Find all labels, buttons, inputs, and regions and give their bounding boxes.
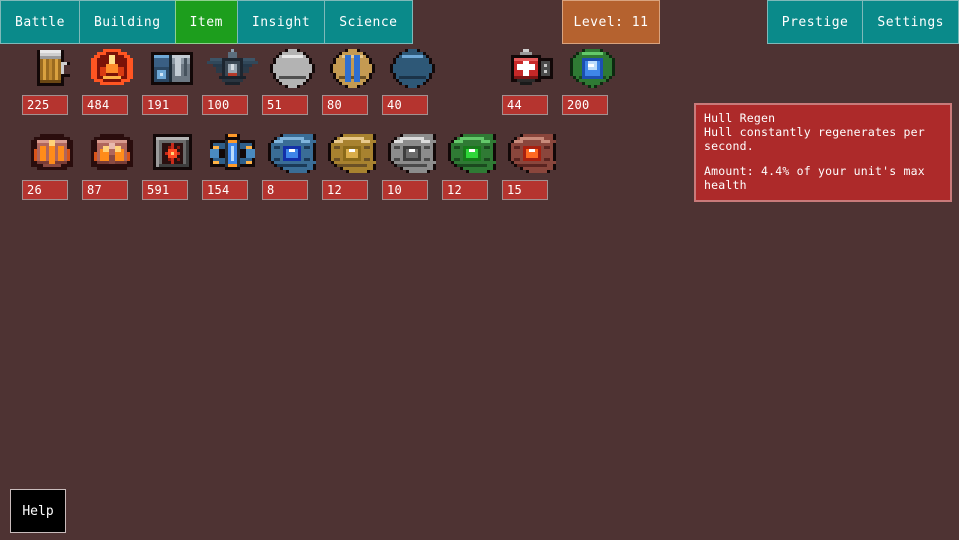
item-slot[interactable]: 484	[82, 44, 142, 115]
top-navigation-bar: Battle Building Item Insight Science Level: …	[0, 0, 959, 44]
item-slot[interactable]: 40	[382, 44, 442, 115]
item-slot[interactable]: 87	[82, 129, 142, 200]
tab-settings[interactable]: Settings	[862, 0, 959, 44]
item-slot[interactable]: 225	[22, 44, 82, 115]
item-count-badge: 200	[562, 95, 608, 115]
item-count-badge: 191	[142, 95, 188, 115]
tab-building[interactable]: Building	[78, 0, 176, 44]
item-count-badge: 100	[202, 95, 248, 115]
red-carapace-icon[interactable]	[22, 129, 82, 177]
item-count-badge: 12	[322, 180, 368, 200]
tab-item[interactable]: Item	[174, 0, 238, 44]
blue-machine-module-icon[interactable]	[142, 44, 202, 92]
red-star-shield-icon[interactable]	[142, 129, 202, 177]
level-label: Level: 11	[573, 14, 649, 30]
green-gem-icon[interactable]	[442, 129, 502, 177]
level-indicator: Level: 11	[562, 0, 660, 44]
dark-winged-device-icon[interactable]	[202, 44, 262, 92]
item-count-badge: 80	[322, 95, 368, 115]
item-slot[interactable]: 191	[142, 44, 202, 115]
blue-mech-core-icon[interactable]	[202, 129, 262, 177]
tab-insight[interactable]: Insight	[236, 0, 326, 44]
item-count-badge: 12	[442, 180, 488, 200]
tab-battle-label: Battle	[15, 14, 65, 30]
item-count-badge: 51	[262, 95, 308, 115]
gold-gem-icon[interactable]	[322, 129, 382, 177]
item-count-badge: 154	[202, 180, 248, 200]
item-slot[interactable]: 26	[22, 129, 82, 200]
tab-item-label: Item	[189, 14, 223, 30]
item-tooltip: Hull Regen Hull constantly regenerates p…	[694, 103, 952, 202]
item-count-badge: 15	[502, 180, 548, 200]
item-slot[interactable]: 15	[502, 129, 562, 200]
item-slot[interactable]: 51	[262, 44, 322, 115]
item-slot[interactable]: 154	[202, 129, 262, 200]
primary-tab-group: Battle Building Item Insight Science	[0, 0, 413, 44]
game-screen: Battle Building Item Insight Science Level: …	[0, 0, 959, 540]
red-mandible-shell-icon[interactable]	[82, 129, 142, 177]
item-slot[interactable]: 12	[442, 129, 502, 200]
tab-building-label: Building	[93, 14, 161, 30]
tab-battle[interactable]: Battle	[0, 0, 80, 44]
help-button-label: Help	[22, 503, 54, 519]
item-count-badge: 484	[82, 95, 128, 115]
item-count-badge: 44	[502, 95, 548, 115]
silver-gem-icon[interactable]	[382, 129, 442, 177]
item-slot[interactable]: 10	[382, 129, 442, 200]
item-slot[interactable]: 12	[322, 129, 382, 200]
medkit-icon[interactable]	[502, 44, 562, 92]
item-count-badge: 40	[382, 95, 428, 115]
red-gem-icon[interactable]	[502, 129, 562, 177]
item-slot[interactable]: 8	[262, 129, 322, 200]
tab-science-label: Science	[339, 14, 398, 30]
item-slot[interactable]: 80	[322, 44, 382, 115]
tab-science[interactable]: Science	[324, 0, 413, 44]
tab-insight-label: Insight	[251, 14, 311, 30]
metal-capsule-icon[interactable]	[262, 44, 322, 92]
item-count-badge: 591	[142, 180, 188, 200]
item-count-badge: 8	[262, 180, 308, 200]
tooltip-spacer	[704, 153, 942, 164]
blue-gem-icon[interactable]	[262, 129, 322, 177]
tab-settings-label: Settings	[877, 14, 944, 30]
item-slot[interactable]: 591	[142, 129, 202, 200]
item-slot[interactable]: 44	[502, 44, 562, 115]
tab-prestige[interactable]: Prestige	[766, 0, 864, 44]
item-count-badge: 225	[22, 95, 68, 115]
secondary-tab-group: Prestige Settings	[766, 0, 959, 44]
beer-mug-icon[interactable]	[22, 44, 82, 92]
tooltip-title: Hull Regen	[704, 111, 776, 125]
item-count-badge: 10	[382, 180, 428, 200]
item-slot[interactable]: 200	[562, 44, 622, 115]
item-slot[interactable]: 100	[202, 44, 262, 115]
blue-rod-capsule-icon[interactable]	[322, 44, 382, 92]
item-count-badge: 26	[22, 180, 68, 200]
tab-prestige-label: Prestige	[781, 14, 849, 30]
tooltip-amount: Amount: 4.4% of your unit's max health	[704, 164, 925, 192]
red-crest-emblem-icon[interactable]	[82, 44, 142, 92]
tooltip-description: Hull constantly regenerates per second.	[704, 125, 925, 153]
blue-stone-egg-icon[interactable]	[382, 44, 442, 92]
help-button[interactable]: Help	[10, 489, 66, 533]
item-count-badge: 87	[82, 180, 128, 200]
green-blue-orb-icon[interactable]	[562, 44, 622, 92]
